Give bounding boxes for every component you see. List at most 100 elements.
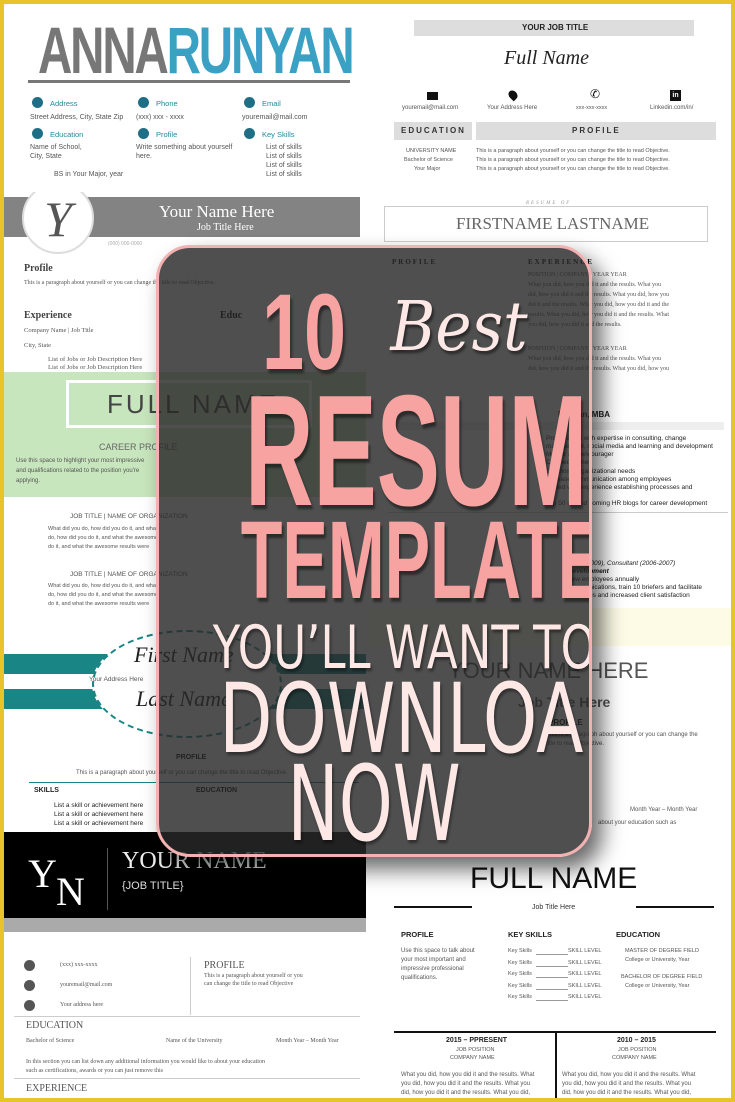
template-your-name-here-2: YOUR NAME HERE Job Title Here PROFILE Th… xyxy=(368,608,731,844)
text: and qualifications related to the positi… xyxy=(16,468,140,474)
text: do, how did you do it, and what the awes… xyxy=(48,535,159,541)
text: title to read Objective. xyxy=(546,741,605,747)
text: Certified trainer xyxy=(546,459,591,466)
text: Professional with expertise in consultin… xyxy=(546,435,687,442)
text: Bachelor of Science xyxy=(404,157,453,163)
text: you did, how you did it and the results.… xyxy=(562,1081,692,1087)
text: applying. xyxy=(16,478,41,484)
linkedin-icon: in xyxy=(670,90,681,101)
text: What you did, how you did it and the res… xyxy=(528,282,662,288)
job-title: YOUR JOB TITLE xyxy=(522,23,589,32)
phone-icon xyxy=(138,97,149,108)
rule xyxy=(636,906,714,908)
last-name: RUNYAN xyxy=(166,13,355,87)
band xyxy=(388,422,724,430)
text: communications, train 10 briefers and fa… xyxy=(568,584,703,591)
skill-level: SKILL LEVEL xyxy=(568,959,602,966)
skill-level: SKILL LEVEL xyxy=(568,948,602,954)
text: did, how you did it and the results. Wha… xyxy=(528,292,670,298)
text: What did you do, how did you do it, and … xyxy=(48,526,158,532)
text: Month Year – Month Year xyxy=(276,1038,339,1044)
text: This is a paragraph about yourself or yo… xyxy=(24,280,216,286)
last-name: Last Name xyxy=(136,686,231,711)
text: you did, how you did it and the results. xyxy=(528,322,622,328)
leader-line xyxy=(536,965,568,967)
text: This is a paragraph about yourself or yo… xyxy=(546,732,698,738)
template-full-name: FULL NAME Job Title Here PROFILE Use thi… xyxy=(368,844,731,1098)
text: This is a paragraph about yourself or yo… xyxy=(476,157,670,163)
heading: PROFILE xyxy=(572,126,621,135)
text: This is a paragraph about yourself or yo… xyxy=(76,770,288,776)
text: new hires and increased client satisfact… xyxy=(568,592,690,599)
heading: EDUCATION xyxy=(196,787,238,794)
text: Month Year – Month Year xyxy=(630,807,698,813)
text: do, how did you do it, and what the awes… xyxy=(48,592,159,598)
job-title: {JOB TITLE} xyxy=(122,880,184,892)
skill-name: Key Skills xyxy=(508,994,532,1000)
heading: KEY SKILLS xyxy=(508,930,553,939)
divider xyxy=(14,1078,360,1079)
text: Use this space to highlight your most im… xyxy=(16,458,145,464)
email-icon xyxy=(427,92,438,100)
skill-level: SKILL LEVEL xyxy=(568,994,602,1000)
heading: JOB TITLE | NAME OF ORGANIZATION xyxy=(70,571,188,578)
text: Increase communication among employees xyxy=(546,476,672,483)
heading: EDUCATION xyxy=(616,930,661,939)
heading: PROFILE xyxy=(392,258,438,266)
email-icon xyxy=(244,97,255,108)
heading: Experience xyxy=(24,310,72,321)
skill-name: Key Skills xyxy=(508,971,532,977)
skill: List a skill or achievement here xyxy=(54,802,144,809)
label: Address xyxy=(50,99,78,108)
name: Full Name xyxy=(504,47,589,69)
text: did, how you did it and the results. Wha… xyxy=(562,1090,692,1096)
position: JOB POSITION xyxy=(456,1047,495,1053)
text: This is a paragraph about yourself or yo… xyxy=(204,973,303,979)
text: Name of the University xyxy=(166,1038,223,1044)
text: MASTER OF DEGREE FIELD xyxy=(625,948,699,954)
text: Top 50 up and coming HR blogs for career… xyxy=(546,500,708,507)
text: new employees annually xyxy=(568,576,640,583)
job-title: Job Title Here xyxy=(532,904,576,911)
linkedin: Linkedin.com/in/ xyxy=(650,105,694,111)
collage: ANNARUNYAN Address Street Address, City,… xyxy=(4,4,731,1098)
dates: 2010 – 2015 xyxy=(617,1037,656,1044)
name: FULL NAME xyxy=(107,389,279,419)
skill-name: Key Skills xyxy=(508,948,532,954)
gray-band xyxy=(4,918,366,932)
text: College or University, Year xyxy=(625,957,690,963)
text: qualifications. xyxy=(401,975,438,981)
divider xyxy=(29,782,359,783)
text: Development xyxy=(568,568,609,575)
divider xyxy=(388,512,728,513)
heading: PROFILE xyxy=(176,754,207,761)
label: Phone xyxy=(156,99,178,108)
text: College or University, Year xyxy=(625,983,690,989)
text: What you did, how you did it and the res… xyxy=(528,356,662,362)
name: Your Name xyxy=(122,848,267,874)
text: (2007-2009), Consultant (2006-2007) xyxy=(568,560,676,567)
label: Education xyxy=(50,130,84,139)
heading: Education xyxy=(26,1020,84,1031)
phone: (xxx) xxx-xxxx xyxy=(60,962,98,968)
heading: PROFILE xyxy=(401,930,434,939)
text: about your education such as xyxy=(598,820,677,826)
position: JOB POSITION xyxy=(618,1047,657,1053)
heading: EXPERIENCE xyxy=(528,258,594,266)
text: POSITION | COMPANY | YEAR YEAR xyxy=(528,346,627,352)
text: Street Address, City, State Zip xyxy=(30,114,124,121)
text: List of Jobs or Job Description Here xyxy=(48,356,143,363)
leader-line xyxy=(536,988,568,990)
template-firstname-lastname: RESUME OF FIRSTNAME LASTNAME PROFILE EXP… xyxy=(368,176,731,402)
address: Your address here xyxy=(60,1002,104,1008)
first-name: First Name xyxy=(134,642,234,667)
text: BACHELOR OF DEGREE FIELD xyxy=(621,974,703,980)
rule xyxy=(394,906,472,908)
text: What you did, how you did it and the res… xyxy=(401,1072,535,1078)
label: Key Skills xyxy=(262,130,295,139)
skill: List of skills xyxy=(266,153,302,160)
skill: List a skill or achievement here xyxy=(54,820,144,827)
graduation-icon xyxy=(32,128,43,139)
template-green-full-name: FULL NAME CAREER PROFILE Use this space … xyxy=(4,372,366,612)
text: Company Name | Job Title xyxy=(24,327,94,334)
